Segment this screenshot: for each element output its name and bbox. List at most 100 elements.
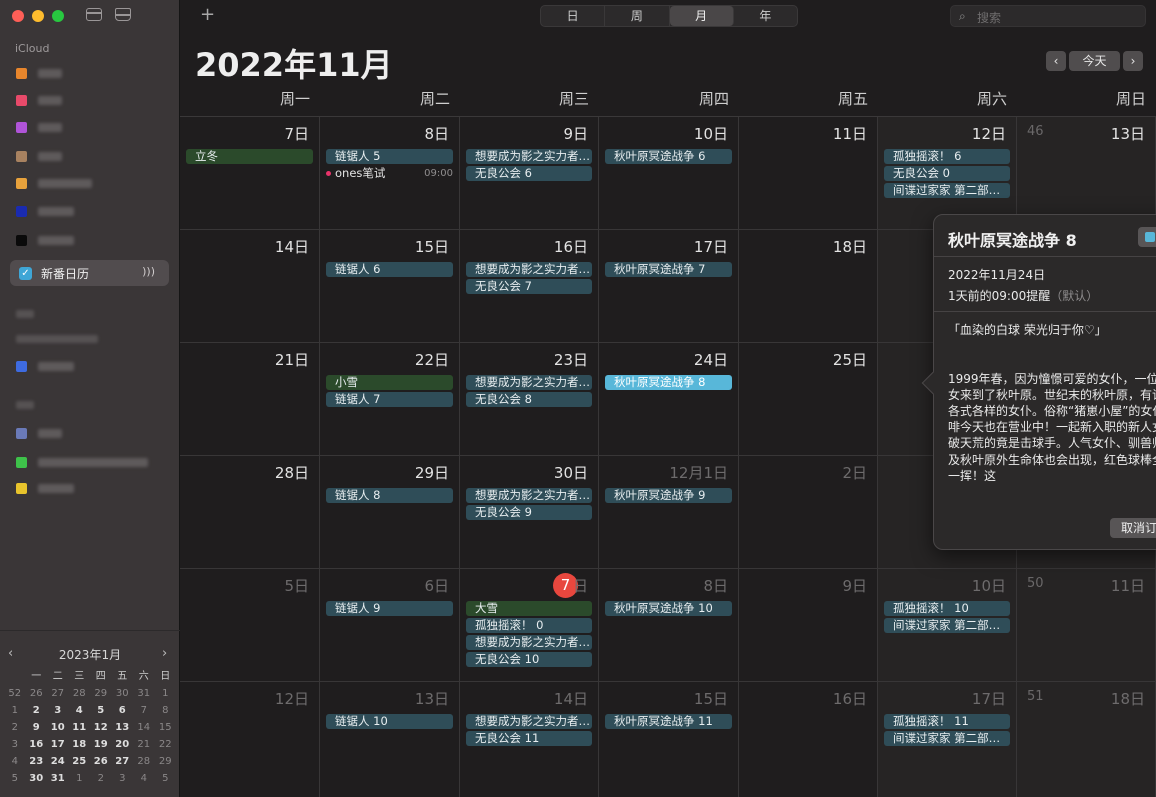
event-title[interactable]: 秋叶原冥途战争 8: [948, 227, 1077, 251]
zoom-window-button[interactable]: [52, 10, 64, 22]
sidebar-calendar-item[interactable]: [16, 205, 166, 219]
mini-day[interactable]: 2: [26, 702, 48, 719]
day-cell[interactable]: 12日: [180, 682, 320, 797]
inbox-icon[interactable]: [115, 8, 131, 21]
calendar-event[interactable]: 秋叶原冥途战争 10: [605, 601, 732, 616]
mini-day[interactable]: 28: [133, 753, 155, 770]
calendar-event[interactable]: 无良公会 10: [466, 652, 592, 667]
mini-day[interactable]: 1: [69, 770, 91, 787]
mini-day[interactable]: 22: [155, 736, 177, 753]
day-cell[interactable]: 14日 想要成为影之实力者！11 无良公会 11: [460, 682, 599, 797]
mini-day[interactable]: 11: [69, 719, 91, 736]
view-tab[interactable]: 月: [669, 6, 734, 26]
sidebar-calendar-item[interactable]: [16, 150, 166, 164]
calendar-color-picker[interactable]: ▲▼: [1138, 227, 1156, 247]
day-cell[interactable]: 5日: [180, 569, 320, 682]
calendar-event[interactable]: 想要成为影之实力者！6: [466, 149, 592, 164]
day-cell[interactable]: 12月1日 秋叶原冥途战争 9: [599, 456, 739, 569]
day-cell[interactable]: 16日: [739, 682, 878, 797]
calendar-event[interactable]: 秋叶原冥途战争 7: [605, 262, 732, 277]
mini-day[interactable]: 24: [47, 753, 69, 770]
calendar-event[interactable]: 链锯人 10: [326, 714, 453, 729]
sidebar-calendar-item[interactable]: [16, 94, 166, 108]
calendar-event[interactable]: 无良公会 9: [466, 505, 592, 520]
mini-day[interactable]: 6: [112, 702, 134, 719]
calendar-event[interactable]: 秋叶原冥途战争 9: [605, 488, 732, 503]
day-cell[interactable]: 13日 链锯人 10: [320, 682, 460, 797]
sidebar-calendar-item[interactable]: [16, 177, 166, 191]
mini-day[interactable]: 29: [155, 753, 177, 770]
calendar-event[interactable]: 想要成为影之实力者！11: [466, 714, 592, 729]
calendar-event[interactable]: 无良公会 8: [466, 392, 592, 407]
sidebar-item-selected-calendar[interactable]: ✓ 新番日历 ))): [10, 260, 169, 286]
day-cell[interactable]: 17日 秋叶原冥途战争 7: [599, 230, 739, 343]
mini-day[interactable]: 5: [155, 770, 177, 787]
event-date[interactable]: 2022年11月24日: [948, 266, 1045, 283]
day-cell[interactable]: 7 日大雪 孤独摇滚！ 0 想要成为影之实力者！10 无良公会 10: [460, 569, 599, 682]
calendar-event[interactable]: 间谍过家家 第二部分 6: [884, 183, 1010, 198]
calendar-event[interactable]: 链锯人 6: [326, 262, 453, 277]
day-cell[interactable]: 8日 秋叶原冥途战争 10: [599, 569, 739, 682]
calendar-event[interactable]: 秋叶原冥途战争 8: [605, 375, 732, 390]
mini-day[interactable]: 10: [47, 719, 69, 736]
mini-day[interactable]: 12: [90, 719, 112, 736]
day-cell[interactable]: 10日 孤独摇滚！ 10 间谍过家家 第二部分 10: [878, 569, 1017, 682]
holiday-event[interactable]: 立冬: [186, 149, 313, 164]
mini-day[interactable]: 19: [90, 736, 112, 753]
checkbox-icon[interactable]: ✓: [19, 267, 32, 280]
view-tab[interactable]: 日: [541, 6, 606, 26]
calendar-event[interactable]: 无良公会 0: [884, 166, 1010, 181]
minimize-window-button[interactable]: [32, 10, 44, 22]
day-cell[interactable]: 28日: [180, 456, 320, 569]
close-window-button[interactable]: [12, 10, 24, 22]
calendar-list-icon[interactable]: [86, 8, 102, 21]
day-cell[interactable]: 23日 想要成为影之实力者！8 无良公会 8: [460, 343, 599, 456]
day-cell[interactable]: 11日: [739, 117, 878, 230]
mini-day[interactable]: 26: [90, 753, 112, 770]
mini-day[interactable]: 27: [47, 685, 69, 702]
calendar-event[interactable]: 链锯人 9: [326, 601, 453, 616]
holiday-event[interactable]: 小雪: [326, 375, 453, 390]
mini-day[interactable]: 27: [112, 753, 134, 770]
sidebar-calendar-item[interactable]: [16, 427, 166, 441]
mini-day[interactable]: 16: [26, 736, 48, 753]
day-cell[interactable]: 29日 链锯人 8: [320, 456, 460, 569]
day-cell[interactable]: 18日 51: [1017, 682, 1156, 797]
mini-day[interactable]: 30: [26, 770, 48, 787]
sidebar-calendar-item[interactable]: [16, 67, 166, 81]
view-tab[interactable]: 年: [734, 6, 797, 26]
day-cell[interactable]: 30日 想要成为影之实力者！9 无良公会 9: [460, 456, 599, 569]
add-event-button[interactable]: +: [200, 4, 215, 25]
mini-day[interactable]: 7: [133, 702, 155, 719]
day-cell[interactable]: 6日 链锯人 9: [320, 569, 460, 682]
mini-day[interactable]: 28: [69, 685, 91, 702]
day-cell[interactable]: 9日 想要成为影之实力者！6 无良公会 6: [460, 117, 599, 230]
holiday-event[interactable]: 大雪: [466, 601, 592, 616]
day-cell[interactable]: 22日 小雪 链锯人 7: [320, 343, 460, 456]
day-cell[interactable]: 15日 秋叶原冥途战争 11: [599, 682, 739, 797]
mini-day[interactable]: 14: [133, 719, 155, 736]
sidebar-calendar-item[interactable]: [16, 456, 166, 470]
event-alert[interactable]: 1天前的09:00提醒（默认）: [948, 287, 1098, 304]
calendar-event[interactable]: 无良公会 6: [466, 166, 592, 181]
mini-day[interactable]: 4: [69, 702, 91, 719]
day-cell[interactable]: 17日 孤独摇滚！ 11 间谍过家家 第二部分 11: [878, 682, 1017, 797]
calendar-event[interactable]: 想要成为影之实力者！10: [466, 635, 592, 650]
day-cell[interactable]: 15日 链锯人 6: [320, 230, 460, 343]
calendar-event[interactable]: 无良公会 7: [466, 279, 592, 294]
day-cell[interactable]: 11日 50: [1017, 569, 1156, 682]
sidebar-calendar-item[interactable]: [16, 121, 166, 135]
timed-event[interactable]: ones笔试 09:00: [326, 166, 453, 181]
mini-day[interactable]: 3: [112, 770, 134, 787]
mini-day[interactable]: 13: [112, 719, 134, 736]
day-cell[interactable]: 7日 立冬: [180, 117, 320, 230]
mini-day[interactable]: 9: [26, 719, 48, 736]
day-cell[interactable]: 16日 想要成为影之实力者！7 无良公会 7: [460, 230, 599, 343]
search-field[interactable]: ⌕ 搜索: [950, 5, 1146, 27]
sidebar-calendar-item[interactable]: [16, 482, 166, 496]
view-tab[interactable]: 周: [605, 6, 670, 26]
mini-day[interactable]: 4: [133, 770, 155, 787]
mini-day[interactable]: 20: [112, 736, 134, 753]
calendar-event[interactable]: 链锯人 8: [326, 488, 453, 503]
calendar-event[interactable]: 间谍过家家 第二部分 10: [884, 618, 1010, 633]
